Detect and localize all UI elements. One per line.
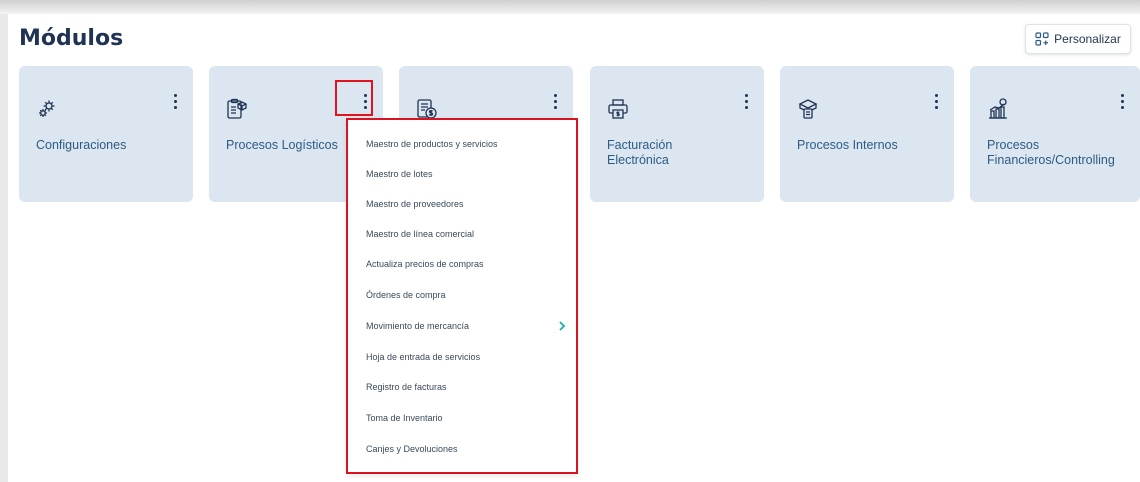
more-options-button[interactable] — [738, 90, 754, 112]
menu-item[interactable]: Toma de Inventario — [366, 409, 566, 427]
menu-item[interactable]: Maestro de lotes — [366, 165, 566, 183]
module-card-configuraciones[interactable]: Configuraciones — [19, 66, 193, 202]
page-title: Módulos — [19, 26, 124, 51]
active-options-highlight — [335, 80, 373, 116]
bar-chart-dollar-icon — [987, 98, 1009, 120]
module-card-procesos-internos[interactable]: Procesos Internos — [780, 66, 954, 202]
menu-item[interactable]: Maestro de línea comercial — [366, 225, 566, 243]
menu-item[interactable]: Actualiza precios de compras — [366, 255, 566, 273]
module-label: Configuraciones — [36, 138, 127, 152]
menu-item[interactable]: Maestro de proveedores — [366, 195, 566, 213]
chevron-right-icon — [558, 321, 566, 331]
printer-dollar-icon — [607, 98, 629, 120]
clipboard-box-icon — [226, 98, 248, 120]
module-card-facturacion-electronica[interactable]: Facturación Electrónica — [590, 66, 764, 202]
menu-item[interactable]: Canjes y Devoluciones — [366, 440, 566, 458]
more-options-button[interactable] — [167, 90, 183, 112]
module-label: Facturación Electrónica — [607, 138, 673, 167]
personalizar-button[interactable]: Personalizar — [1025, 24, 1131, 54]
menu-item[interactable]: Registro de facturas — [366, 378, 566, 396]
grid-plus-icon — [1035, 32, 1049, 46]
module-label: Procesos Financieros/Controlling — [987, 138, 1115, 167]
module-label: Procesos Internos — [797, 138, 898, 152]
module-options-menu: Maestro de productos y servicios Maestro… — [346, 118, 578, 474]
more-options-button[interactable] — [928, 90, 944, 112]
module-card-procesos-financieros[interactable]: Procesos Financieros/Controlling — [970, 66, 1140, 202]
personalizar-label: Personalizar — [1054, 32, 1121, 46]
more-options-button[interactable] — [1114, 90, 1130, 112]
box-document-icon — [797, 98, 819, 120]
menu-item-submenu[interactable]: Movimiento de mercancía — [366, 317, 566, 335]
menu-item[interactable]: Hoja de entrada de servicios — [366, 348, 566, 366]
window-top-strip — [0, 0, 1140, 14]
menu-item[interactable]: Órdenes de compra — [366, 286, 566, 304]
invoice-dollar-icon — [416, 98, 438, 120]
menu-item[interactable]: Maestro de productos y servicios — [366, 135, 566, 153]
more-options-button[interactable] — [547, 90, 563, 112]
gears-icon — [36, 98, 58, 120]
